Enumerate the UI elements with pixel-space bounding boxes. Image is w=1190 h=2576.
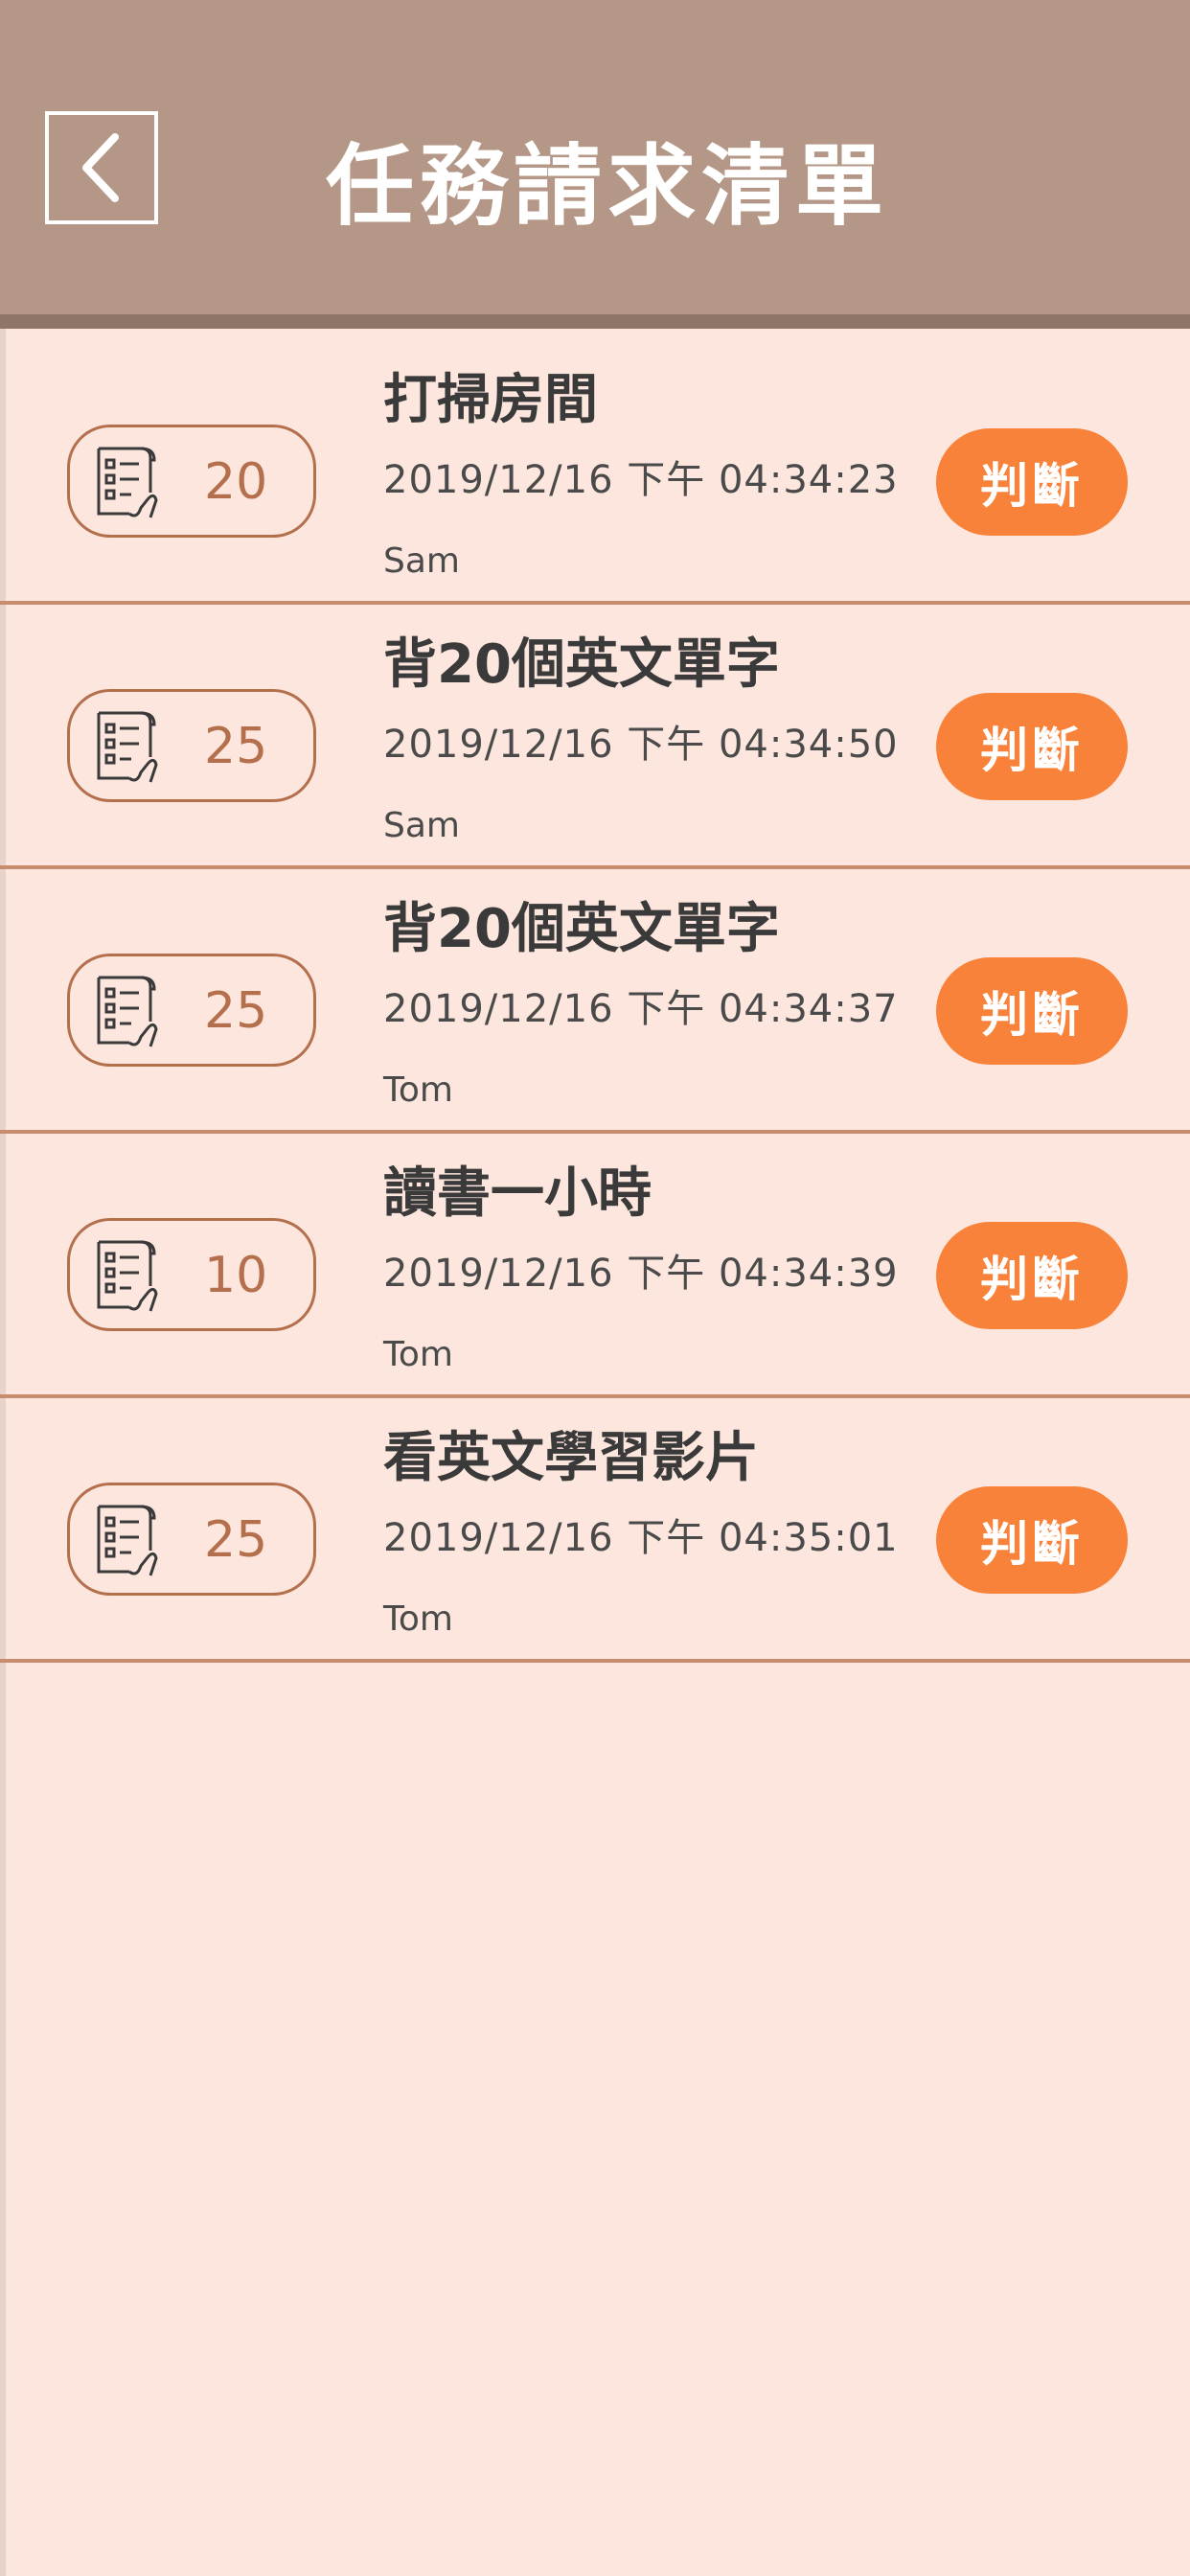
task-document-icon — [97, 711, 158, 783]
back-button[interactable] — [45, 111, 158, 224]
task-timestamp: 2019/12/16 下午 04:34:39 — [383, 1252, 899, 1296]
task-title: 打掃房間 — [383, 369, 598, 431]
task-user: Sam — [383, 806, 460, 845]
judge-button[interactable]: 判斷 — [936, 1486, 1128, 1594]
header-bar: 任務請求清單 — [0, 0, 1190, 329]
task-title: 看英文學習影片 — [383, 1427, 759, 1489]
task-user: Sam — [383, 541, 460, 581]
chevron-left-icon — [82, 133, 119, 202]
judge-button[interactable]: 判斷 — [936, 1222, 1128, 1329]
judge-button[interactable]: 判斷 — [936, 693, 1128, 800]
task-document-icon — [97, 976, 158, 1047]
points-value: 25 — [204, 982, 268, 1040]
task-title: 背20個英文單字 — [383, 898, 780, 960]
task-timestamp: 2019/12/16 下午 04:34:37 — [383, 987, 899, 1031]
task-row: 25 看英文學習影片 2019/12/16 下午 04:35:01 Tom 判斷 — [0, 1398, 1190, 1663]
points-value: 25 — [204, 718, 268, 775]
task-user: Tom — [383, 1070, 453, 1110]
points-badge: 25 — [67, 689, 316, 802]
points-badge: 10 — [67, 1218, 316, 1331]
task-document-icon — [97, 1505, 158, 1576]
task-row: 20 打掃房間 2019/12/16 下午 04:34:23 Sam 判斷 — [0, 340, 1190, 605]
page-title: 任務請求清單 — [326, 135, 890, 238]
task-user: Tom — [383, 1599, 453, 1639]
points-badge: 25 — [67, 1483, 316, 1596]
task-document-icon — [97, 1240, 158, 1312]
points-badge: 25 — [67, 954, 316, 1067]
task-timestamp: 2019/12/16 下午 04:35:01 — [383, 1516, 899, 1560]
judge-button[interactable]: 判斷 — [936, 957, 1128, 1065]
task-row: 10 讀書一小時 2019/12/16 下午 04:34:39 Tom 判斷 — [0, 1134, 1190, 1398]
task-timestamp: 2019/12/16 下午 04:34:50 — [383, 723, 899, 767]
task-user: Tom — [383, 1335, 453, 1374]
task-row: 25 背20個英文單字 2019/12/16 下午 04:34:50 Sam 判… — [0, 605, 1190, 869]
points-badge: 20 — [67, 425, 316, 538]
task-document-icon — [97, 447, 158, 518]
task-row: 25 背20個英文單字 2019/12/16 下午 04:34:37 Tom 判… — [0, 869, 1190, 1134]
points-value: 25 — [204, 1511, 268, 1569]
judge-button[interactable]: 判斷 — [936, 428, 1128, 536]
task-title: 背20個英文單字 — [383, 633, 780, 696]
points-value: 10 — [204, 1247, 268, 1304]
task-timestamp: 2019/12/16 下午 04:34:23 — [383, 458, 899, 502]
task-request-list: 20 打掃房間 2019/12/16 下午 04:34:23 Sam 判斷 25… — [0, 340, 1190, 1663]
task-title: 讀書一小時 — [383, 1162, 652, 1225]
points-value: 20 — [204, 453, 268, 511]
